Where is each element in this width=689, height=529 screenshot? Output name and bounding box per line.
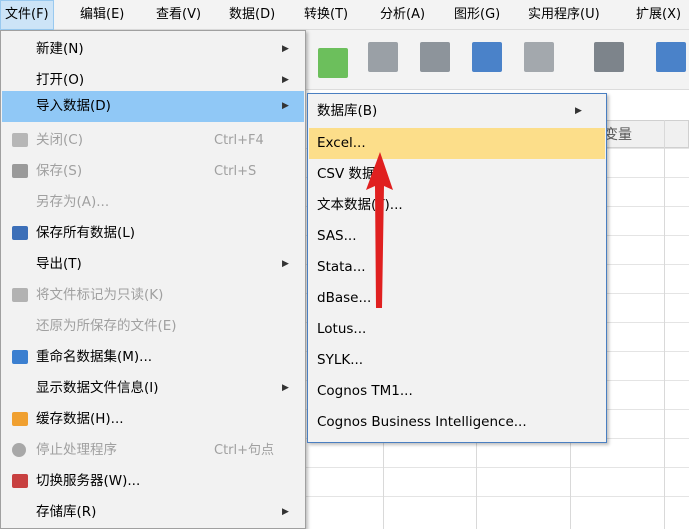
menu-item-label: 新建(N) [36, 41, 84, 57]
variables-icon[interactable] [368, 42, 398, 72]
menu-item-label: Lotus... [317, 321, 367, 337]
insert-variable-icon[interactable] [472, 42, 502, 72]
save-all-icon [12, 226, 28, 240]
menu-item-label: 显示数据文件信息(I) [36, 380, 159, 396]
file-menu-item-new[interactable]: 新建(N) ▶ [2, 34, 304, 65]
file-menu-item-export[interactable]: 导出(T) ▶ [2, 249, 304, 280]
menu-item-label: SYLK... [317, 352, 364, 368]
file-menu-item-revert[interactable]: 还原为所保存的文件(E) [2, 311, 304, 342]
menu-file[interactable]: 文件(F) [0, 0, 54, 30]
menu-item-label: 重命名数据集(M)... [36, 349, 153, 365]
menu-item-label: Cognos Business Intelligence... [317, 414, 527, 430]
import-item-database[interactable]: 数据库(B) ▶ [309, 96, 605, 127]
menu-item-label: 数据库(B) [317, 103, 378, 119]
menu-analyze[interactable]: 分析(A) [376, 0, 429, 30]
cache-data-icon [12, 412, 28, 426]
menu-item-label: 导出(T) [36, 256, 82, 272]
menu-item-label: 缓存数据(H)... [36, 411, 124, 427]
menu-item-label: Excel... [317, 135, 366, 151]
file-menu: 新建(N) ▶ 打开(O) ▶ 导入数据(D) ▶ 关闭(C) Ctrl+F4 … [0, 30, 306, 529]
menu-edit[interactable]: 编辑(E) [76, 0, 128, 30]
menu-item-label: 另存为(A)... [36, 194, 110, 210]
import-item-excel[interactable]: Excel... [309, 128, 605, 159]
file-menu-item-rename-dataset[interactable]: 重命名数据集(M)... [2, 342, 304, 373]
menu-item-label: Cognos TM1... [317, 383, 413, 399]
rename-dataset-icon [12, 350, 28, 364]
insert-cases-icon[interactable] [420, 42, 450, 72]
file-menu-item-switch-server[interactable]: 切换服务器(W)... [2, 466, 304, 497]
import-data-submenu: 数据库(B) ▶ Excel... CSV 数据... 文本数据(T)... S… [307, 93, 607, 443]
submenu-arrow-icon: ▶ [575, 106, 582, 116]
import-item-lotus[interactable]: Lotus... [309, 314, 605, 345]
goto-case-icon[interactable] [318, 48, 348, 78]
file-menu-item-cache-data[interactable]: 缓存数据(H)... [2, 404, 304, 435]
import-item-sas[interactable]: SAS... [309, 221, 605, 252]
find-icon[interactable] [594, 42, 624, 72]
menu-item-label: 保存(S) [36, 163, 83, 179]
file-menu-item-close[interactable]: 关闭(C) Ctrl+F4 [2, 125, 304, 156]
import-item-text[interactable]: 文本数据(T)... [309, 190, 605, 221]
submenu-arrow-icon: ▶ [282, 507, 289, 517]
import-item-dbase[interactable]: dBase... [309, 283, 605, 314]
file-menu-item-save-all[interactable]: 保存所有数据(L) [2, 218, 304, 249]
import-item-cognos-bi[interactable]: Cognos Business Intelligence... [309, 407, 605, 438]
menu-utilities[interactable]: 实用程序(U) [524, 0, 604, 30]
menu-item-label: 将文件标记为只读(K) [36, 287, 164, 303]
menu-view[interactable]: 查看(V) [152, 0, 205, 30]
menu-item-label: 还原为所保存的文件(E) [36, 318, 177, 334]
menu-item-label: 导入数据(D) [36, 98, 111, 114]
menu-item-label: 保存所有数据(L) [36, 225, 136, 241]
switch-server-icon [12, 474, 28, 488]
file-menu-item-import-data[interactable]: 导入数据(D) ▶ [2, 91, 304, 122]
menu-item-label: Stata... [317, 259, 366, 275]
file-menu-item-mark-read-only[interactable]: 将文件标记为只读(K) [2, 280, 304, 311]
menu-transform[interactable]: 转换(T) [300, 0, 352, 30]
menu-bar: 文件(F) 编辑(E) 查看(V) 数据(D) 转换(T) 分析(A) 图形(G… [0, 0, 689, 30]
split-file-icon[interactable] [524, 42, 554, 72]
read-only-icon [12, 288, 28, 302]
import-item-stata[interactable]: Stata... [309, 252, 605, 283]
shortcut-label: Ctrl+句点 [214, 443, 275, 458]
close-doc-icon [12, 133, 28, 147]
submenu-arrow-icon: ▶ [282, 44, 289, 54]
file-menu-item-stop-processor[interactable]: 停止处理程序 Ctrl+句点 [2, 435, 304, 466]
menu-item-label: SAS... [317, 228, 357, 244]
annotation-arrow-icon [366, 152, 393, 308]
menu-data[interactable]: 数据(D) [225, 0, 279, 30]
submenu-arrow-icon: ▶ [282, 101, 289, 111]
menu-item-label: 关闭(C) [36, 132, 83, 148]
menu-extensions[interactable]: 扩展(X) [632, 0, 685, 30]
submenu-arrow-icon: ▶ [282, 383, 289, 393]
submenu-arrow-icon: ▶ [282, 259, 289, 269]
menu-item-label: 停止处理程序 [36, 442, 117, 458]
value-labels-icon[interactable] [656, 42, 686, 72]
menu-item-label: 存储库(R) [36, 504, 97, 520]
file-menu-item-repository[interactable]: 存储库(R) ▶ [2, 497, 304, 528]
import-item-sylk[interactable]: SYLK... [309, 345, 605, 376]
menu-item-label: 切换服务器(W)... [36, 473, 141, 489]
shortcut-label: Ctrl+F4 [214, 133, 264, 148]
save-icon [12, 164, 28, 178]
grid-line [664, 120, 665, 529]
stop-icon [12, 443, 26, 457]
file-menu-item-save-as[interactable]: 另存为(A)... [2, 187, 304, 218]
shortcut-label: Ctrl+S [214, 164, 257, 179]
menu-graphs[interactable]: 图形(G) [450, 0, 504, 30]
import-item-cognos-tm1[interactable]: Cognos TM1... [309, 376, 605, 407]
file-menu-item-display-info[interactable]: 显示数据文件信息(I) ▶ [2, 373, 304, 404]
import-item-csv[interactable]: CSV 数据... [309, 159, 605, 190]
variable-column-label: 变量 [604, 127, 632, 143]
file-menu-item-save[interactable]: 保存(S) Ctrl+S [2, 156, 304, 187]
